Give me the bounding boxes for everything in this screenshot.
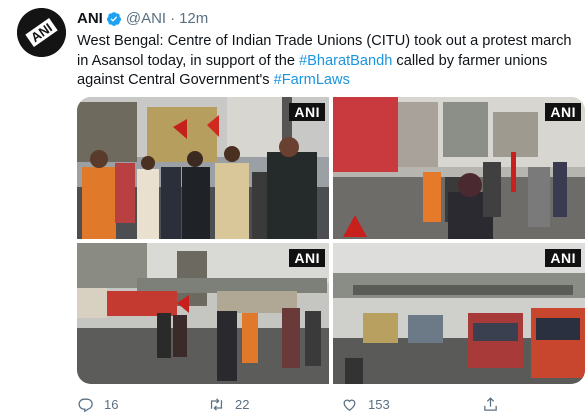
media-photo-1[interactable]: ANI — [77, 97, 329, 239]
tweet-text: West Bengal: Centre of Indian Trade Unio… — [77, 32, 582, 91]
like-button[interactable]: 153 — [341, 396, 390, 413]
media-photo-4[interactable]: ANI — [333, 243, 585, 384]
media-grid: ANI ANI ANI ANI — [77, 97, 585, 384]
ani-watermark: ANI — [289, 249, 325, 267]
reply-icon — [78, 398, 93, 413]
separator-dot: · — [170, 10, 176, 27]
reply-button[interactable]: 16 — [77, 396, 118, 413]
tweet[interactable]: ANI ANI @ANI · 12m West Bengal: Centre o… — [0, 0, 588, 415]
retweet-icon — [210, 398, 223, 411]
account-handle[interactable]: @ANI — [126, 10, 166, 28]
share-button[interactable] — [482, 396, 499, 413]
ani-logo-icon: ANI — [17, 8, 66, 57]
retweet-button[interactable]: 22 — [208, 396, 249, 413]
tweet-actions: 16 22 153 — [77, 396, 577, 414]
verified-badge-icon — [106, 11, 122, 27]
reply-count: 16 — [104, 397, 119, 412]
account-name[interactable]: ANI — [77, 10, 103, 28]
hashtag-link-bharatbandh[interactable]: #BharatBandh — [299, 53, 392, 69]
ani-watermark: ANI — [289, 103, 325, 121]
ani-watermark: ANI — [545, 249, 581, 267]
media-photo-2[interactable]: ANI — [333, 97, 585, 239]
media-photo-3[interactable]: ANI — [77, 243, 329, 384]
tweet-timestamp[interactable]: 12m — [179, 10, 208, 28]
heart-icon — [343, 399, 356, 411]
tweet-header: ANI @ANI · 12m — [77, 10, 208, 28]
retweet-count: 22 — [235, 397, 250, 412]
ani-watermark: ANI — [545, 103, 581, 121]
avatar[interactable]: ANI — [17, 8, 66, 57]
share-icon — [484, 397, 497, 411]
hashtag-link-farmlaws[interactable]: #FarmLaws — [274, 72, 350, 88]
like-count: 153 — [368, 397, 390, 412]
